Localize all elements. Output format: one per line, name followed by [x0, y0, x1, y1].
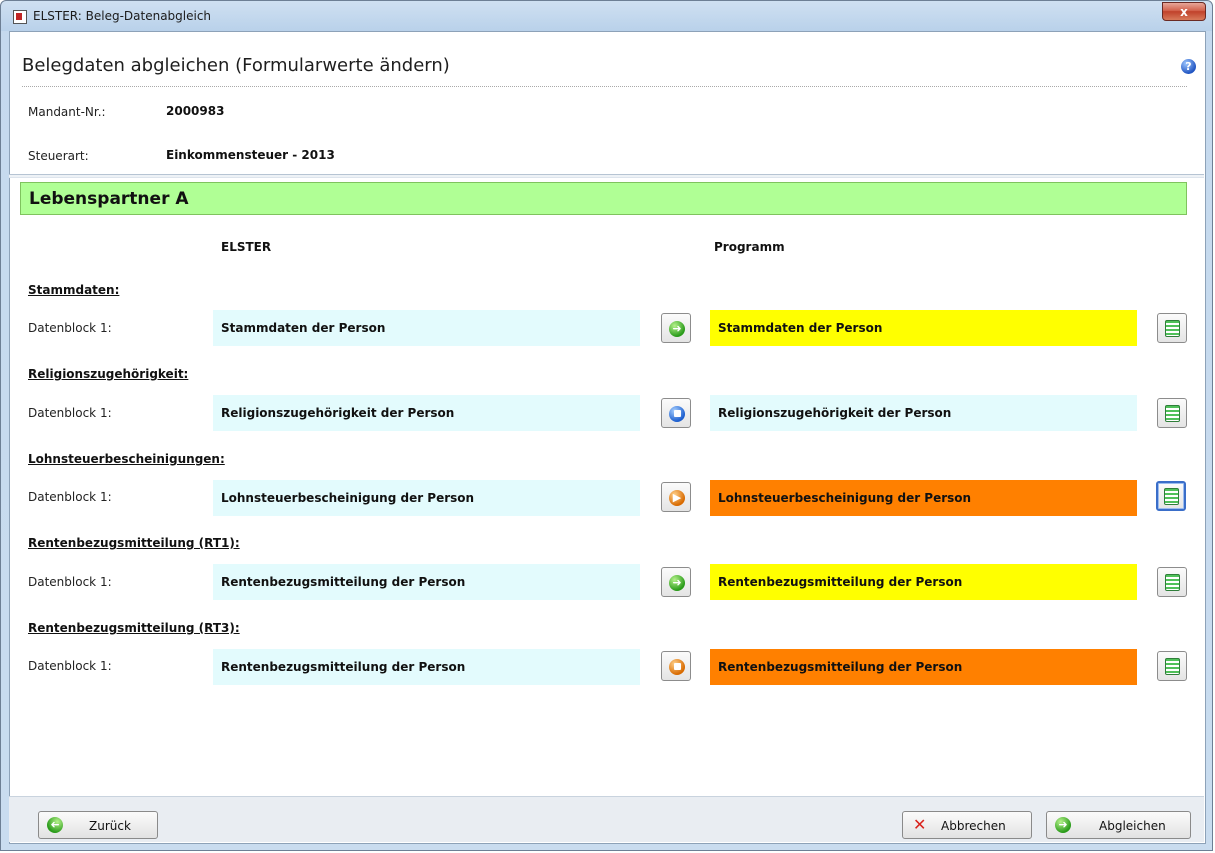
list-icon: [1165, 320, 1180, 337]
column-header-elster: ELSTER: [221, 240, 272, 254]
close-button[interactable]: x: [1162, 2, 1206, 21]
list-icon: [1164, 488, 1179, 505]
row-label: Datenblock 1:: [28, 406, 112, 420]
row-label: Datenblock 1:: [28, 321, 112, 335]
help-icon[interactable]: ?: [1181, 59, 1196, 74]
cancel-button[interactable]: ✕ Abbrechen: [902, 811, 1032, 839]
section-title-rt1: Rentenbezugsmitteilung (RT1):: [28, 536, 240, 550]
list-icon: [1165, 405, 1180, 422]
programm-value-cell: Religionszugehörigkeit der Person: [710, 395, 1137, 431]
back-button[interactable]: ➜ Zurück: [38, 811, 158, 839]
header-divider: [22, 86, 1187, 87]
section-title-religion: Religionszugehörigkeit:: [28, 367, 189, 381]
section-title-stammdaten: Stammdaten:: [28, 283, 120, 297]
stop-status-button[interactable]: [661, 651, 691, 681]
play-icon: ▶: [669, 490, 685, 506]
arrow-right-icon: ➜: [669, 575, 685, 591]
programm-value-cell: Stammdaten der Person: [710, 310, 1137, 346]
arrow-right-icon: ➜: [669, 321, 685, 337]
arrow-right-icon: ➜: [1055, 817, 1071, 833]
elster-value-cell: Religionszugehörigkeit der Person: [213, 395, 640, 431]
details-button[interactable]: [1156, 481, 1186, 511]
apply-arrow-button[interactable]: ➜: [661, 313, 691, 343]
elster-value-cell: Rentenbezugsmitteilung der Person: [213, 649, 640, 685]
equal-icon: [669, 406, 685, 422]
apply-button[interactable]: ➜ Abgleichen: [1046, 811, 1191, 839]
stop-icon: [669, 659, 685, 675]
row-label: Datenblock 1:: [28, 659, 112, 673]
elster-value-cell: Stammdaten der Person: [213, 310, 640, 346]
section-title-rt3: Rentenbezugsmitteilung (RT3):: [28, 621, 240, 635]
arrow-left-icon: ➜: [47, 817, 63, 833]
apply-arrow-button[interactable]: ➜: [661, 567, 691, 597]
equal-status-button[interactable]: [661, 398, 691, 428]
person-title: Lebenspartner A: [29, 189, 189, 209]
play-status-button[interactable]: ▶: [661, 482, 691, 512]
list-icon: [1165, 658, 1180, 675]
details-button[interactable]: [1157, 313, 1187, 343]
title-bar: ELSTER: Beleg-Datenabgleich x: [1, 1, 1212, 31]
steuerart-value: Einkommensteuer - 2013: [166, 148, 335, 162]
programm-value-cell: Rentenbezugsmitteilung der Person: [710, 649, 1137, 685]
page-title: Belegdaten abgleichen (Formularwerte änd…: [22, 55, 450, 76]
list-icon: [1165, 574, 1180, 591]
person-header: Lebenspartner A: [20, 182, 1187, 215]
back-button-label: Zurück: [89, 819, 131, 833]
row-label: Datenblock 1:: [28, 575, 112, 589]
separator: [9, 174, 1204, 178]
programm-value-cell: Rentenbezugsmitteilung der Person: [710, 564, 1137, 600]
mandant-label: Mandant-Nr.:: [28, 105, 106, 119]
details-button[interactable]: [1157, 567, 1187, 597]
cancel-x-icon: ✕: [913, 815, 927, 834]
elster-value-cell: Rentenbezugsmitteilung der Person: [213, 564, 640, 600]
programm-value-cell: Lohnsteuerbescheinigung der Person: [710, 480, 1137, 516]
row-label: Datenblock 1:: [28, 490, 112, 504]
mandant-value: 2000983: [166, 104, 225, 118]
section-title-lohnsteuer: Lohnsteuerbescheinigungen:: [28, 452, 225, 466]
column-header-programm: Programm: [714, 240, 785, 254]
elster-value-cell: Lohnsteuerbescheinigung der Person: [213, 480, 640, 516]
details-button[interactable]: [1157, 651, 1187, 681]
elster-app-icon: [13, 10, 27, 24]
steuerart-label: Steuerart:: [28, 149, 89, 163]
apply-button-label: Abgleichen: [1099, 819, 1166, 833]
cancel-button-label: Abbrechen: [941, 819, 1006, 833]
details-button[interactable]: [1157, 398, 1187, 428]
window-title: ELSTER: Beleg-Datenabgleich: [33, 9, 212, 23]
